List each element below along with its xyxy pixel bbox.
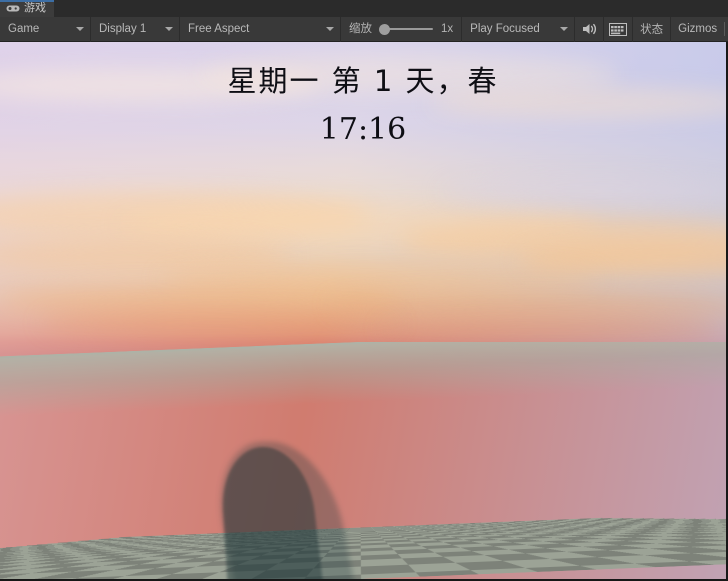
gamepad-icon — [6, 4, 20, 13]
stats-toggle-button[interactable]: 状态 — [633, 17, 670, 41]
gizmos-toggle-group[interactable]: Gizmos — [671, 17, 728, 41]
chevron-down-icon — [165, 27, 173, 31]
checkerboard-floor — [0, 518, 726, 579]
speaker-icon — [581, 22, 598, 36]
zoom-slider-track — [384, 28, 433, 30]
target-display-dropdown[interactable]: Game — [0, 17, 90, 41]
zoom-slider[interactable] — [379, 23, 433, 35]
play-mode-dropdown[interactable]: Play Focused — [462, 17, 574, 41]
grid-icon — [609, 22, 628, 36]
game-view-toolbar: Game Display 1 Free Aspect 缩放 1x Play Fo… — [0, 16, 728, 42]
ground-plane — [0, 342, 726, 579]
zoom-slider-group[interactable]: 缩放 1x — [341, 17, 461, 41]
unity-game-window: 游戏 Game Display 1 Free Aspect 缩放 1x Play… — [0, 0, 728, 581]
tab-strip: 游戏 — [0, 0, 728, 17]
zoom-slider-handle[interactable] — [379, 23, 390, 35]
zoom-value: 1x — [441, 23, 454, 35]
zoom-label: 缩放 — [349, 23, 372, 35]
chevron-down-icon — [560, 27, 569, 31]
chevron-down-icon — [326, 27, 334, 31]
tab-game[interactable]: 游戏 — [0, 0, 54, 17]
stats-grid-button[interactable] — [604, 17, 632, 41]
mute-audio-button[interactable] — [575, 17, 603, 41]
tab-game-label: 游戏 — [24, 2, 46, 14]
display-value: Display 1 — [99, 23, 147, 35]
game-view-viewport[interactable]: 星期一 第 1 天，春 17:16 — [0, 42, 728, 581]
chevron-down-icon — [76, 27, 84, 31]
horizon-line — [0, 342, 726, 362]
gizmos-label: Gizmos — [678, 23, 718, 35]
aspect-ratio-dropdown[interactable]: Free Aspect — [180, 17, 340, 41]
ground-perspective-clip — [0, 342, 726, 579]
stats-toggle-label: 状态 — [640, 24, 664, 36]
target-display-value: Game — [8, 23, 40, 35]
aspect-ratio-value: Free Aspect — [188, 23, 250, 35]
rendered-scene: 星期一 第 1 天，春 17:16 — [0, 42, 728, 581]
display-dropdown[interactable]: Display 1 — [91, 17, 179, 41]
play-mode-value: Play Focused — [470, 23, 540, 35]
cloud-layer — [0, 42, 726, 362]
